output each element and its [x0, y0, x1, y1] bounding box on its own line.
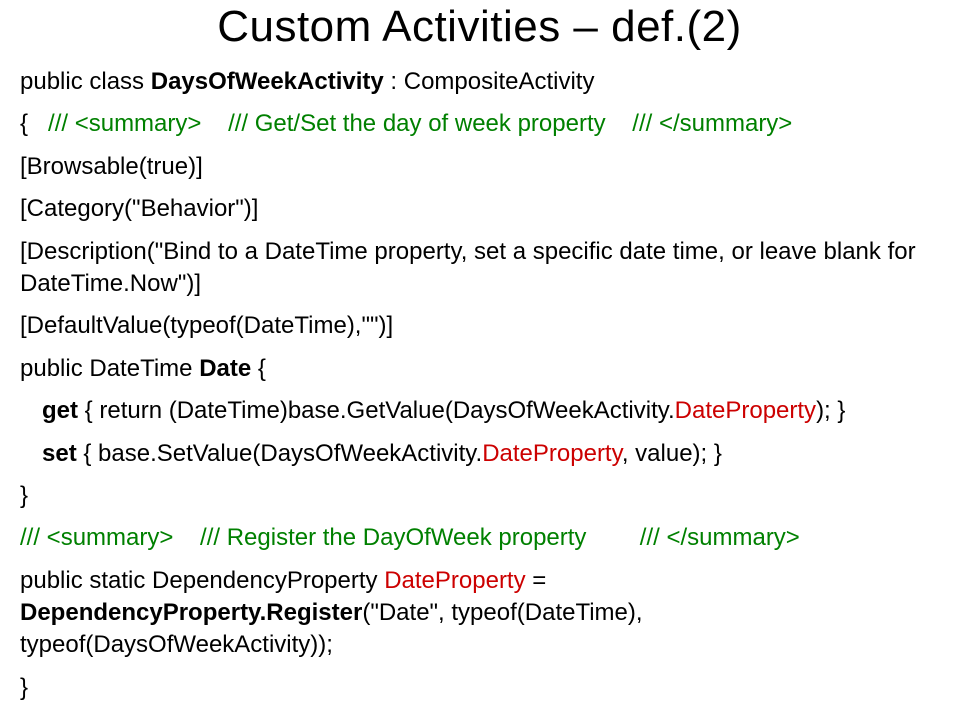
code-line-defaultvalue: [DefaultValue(typeof(DateTime),"")] — [20, 310, 939, 342]
text: { base.SetValue(DaysOfWeekActivity. — [77, 440, 483, 467]
xml-comment: /// <summary> — [20, 524, 173, 551]
code-line-close-brace-outer: } — [20, 672, 939, 703]
code-line-class: public class DaysOfWeekActivity : Compos… — [20, 66, 939, 98]
keyword-set: set — [42, 440, 77, 467]
xml-comment: /// <summary> — [48, 110, 201, 137]
text: , value); } — [622, 440, 722, 467]
keyword-get: get — [42, 397, 78, 424]
register-call: DependencyProperty.Register — [20, 599, 362, 626]
text: public static DependencyProperty — [20, 567, 384, 594]
slide-title: Custom Activities – def.(2) — [20, 2, 939, 52]
slide: Custom Activities – def.(2) public class… — [0, 2, 959, 703]
code-line-summary2: /// <summary> /// Register the DayOfWeek… — [20, 522, 939, 554]
code-line-prop: public DateTime Date { — [20, 353, 939, 385]
code-line-brace-and-summary: { /// <summary> /// Get/Set the day of w… — [20, 108, 939, 140]
code-line-description: [Description("Bind to a DateTime propert… — [20, 236, 939, 301]
date-property-decl: DateProperty — [384, 567, 525, 594]
open-brace: { — [20, 110, 28, 137]
code-line-category: [Category("Behavior")] — [20, 193, 939, 225]
code-line-set: set { base.SetValue(DaysOfWeekActivity.D… — [20, 438, 939, 470]
code-line-static: public static DependencyProperty DatePro… — [20, 565, 939, 662]
code-line-close-brace: } — [20, 480, 939, 512]
text: public DateTime — [20, 355, 199, 382]
xml-comment: /// Register the DayOfWeek property — [200, 524, 586, 551]
text: { — [251, 355, 266, 382]
xml-comment: /// Get/Set the day of week property — [228, 110, 606, 137]
text: : CompositeActivity — [384, 68, 595, 95]
date-property-ref: DateProperty — [675, 397, 816, 424]
date-property-ref: DateProperty — [482, 440, 622, 467]
prop-name: Date — [199, 355, 251, 382]
text: ); } — [816, 397, 845, 424]
code-body: public class DaysOfWeekActivity : Compos… — [20, 66, 939, 703]
text: { return (DateTime)base.GetValue(DaysOfW… — [78, 397, 675, 424]
code-line-browsable: [Browsable(true)] — [20, 151, 939, 183]
class-name: DaysOfWeekActivity — [151, 68, 384, 95]
text: public class — [20, 68, 151, 95]
code-line-get: get { return (DateTime)base.GetValue(Day… — [20, 395, 939, 427]
text: = — [526, 567, 547, 594]
xml-comment: /// </summary> — [632, 110, 792, 137]
xml-comment: /// </summary> — [640, 524, 800, 551]
